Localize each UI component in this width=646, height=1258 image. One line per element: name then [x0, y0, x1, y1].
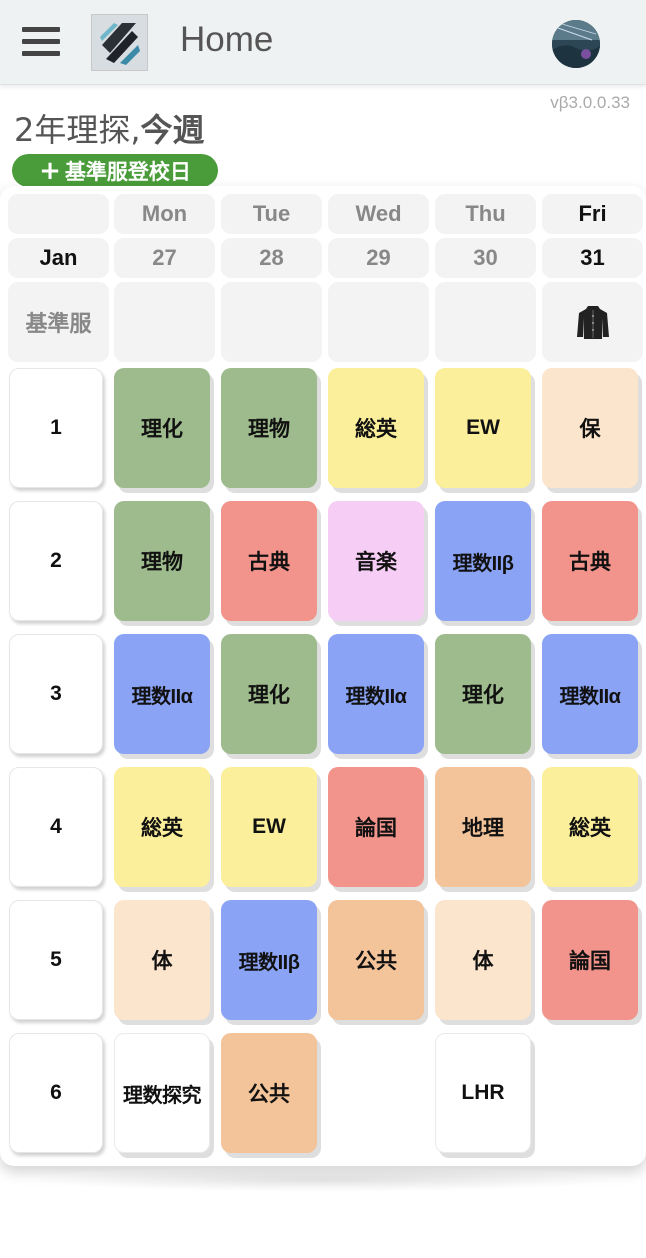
subject-cell[interactable]: 総英 — [542, 767, 638, 887]
subject-cell[interactable]: 理化 — [435, 634, 531, 754]
subject-cell[interactable]: 公共 — [221, 1033, 317, 1153]
period-number: 5 — [9, 900, 103, 1020]
subject-cell[interactable]: EW — [435, 368, 531, 488]
app-logo[interactable] — [91, 14, 148, 71]
subject-cell[interactable]: 論国 — [542, 900, 638, 1020]
uniform-cell[interactable] — [328, 282, 429, 362]
subject-cell[interactable]: 古典 — [542, 501, 638, 621]
date-cell: 31 — [542, 238, 643, 278]
subject-cell[interactable]: 理化 — [221, 634, 317, 754]
heading-separator: , — [130, 111, 141, 149]
subject-cell[interactable]: 公共 — [328, 900, 424, 1020]
day-header-thu: Thu — [435, 194, 536, 234]
date-cell: 30 — [435, 238, 536, 278]
subject-cell[interactable]: LHR — [435, 1033, 531, 1153]
month-label: Jan — [8, 238, 109, 278]
subject-cell[interactable]: 理化 — [114, 368, 210, 488]
subject-cell[interactable]: 理物 — [114, 501, 210, 621]
app-bar: Home — [0, 0, 646, 85]
period-number: 4 — [9, 767, 103, 887]
class-name: 2年理探 — [14, 111, 131, 149]
app-title: Home — [180, 20, 274, 59]
week-label: 今週 — [140, 111, 205, 149]
period-number: 2 — [9, 501, 103, 621]
subject-cell[interactable]: EW — [221, 767, 317, 887]
uniform-cell[interactable] — [221, 282, 322, 362]
day-header-mon: Mon — [114, 194, 215, 234]
subject-cell[interactable]: 保 — [542, 368, 638, 488]
subject-cell[interactable]: 総英 — [114, 767, 210, 887]
uniform-cell[interactable] — [542, 282, 643, 362]
subject-cell[interactable]: 理数IIα — [114, 634, 210, 754]
period-number: 3 — [9, 634, 103, 754]
date-cell: 29 — [328, 238, 429, 278]
day-header-tue: Tue — [221, 194, 322, 234]
uniform-cell[interactable] — [435, 282, 536, 362]
uniform-cell[interactable] — [114, 282, 215, 362]
add-uniform-day-button[interactable]: + 基準服登校日 — [12, 154, 218, 187]
period-number: 6 — [9, 1033, 103, 1153]
subject-cell[interactable]: 理数IIβ — [221, 900, 317, 1020]
subject-cell[interactable]: 論国 — [328, 767, 424, 887]
date-cell: 27 — [114, 238, 215, 278]
card-shadow — [30, 1168, 616, 1192]
subject-cell[interactable]: 理数探究 — [114, 1033, 210, 1153]
timetable-card: Mon Tue Wed Thu Fri Jan 27 28 29 30 31 基準服 1 理化 理物 総英 EW… — [0, 186, 646, 1166]
hamburger-icon[interactable] — [22, 27, 60, 59]
subject-cell[interactable]: 地理 — [435, 767, 531, 887]
subject-cell[interactable]: 古典 — [221, 501, 317, 621]
version-label: vβ3.0.0.33 — [550, 93, 630, 112]
subject-cell[interactable]: 理数IIα — [328, 634, 424, 754]
add-uniform-day-label: 基準服登校日 — [64, 159, 191, 184]
subject-cell[interactable]: 音楽 — [328, 501, 424, 621]
subject-cell[interactable]: 体 — [114, 900, 210, 1020]
plus-icon: + — [39, 155, 61, 186]
page-heading: 2年理探,今週 — [14, 105, 205, 151]
corner-cell — [8, 194, 109, 234]
user-avatar[interactable] — [552, 20, 600, 68]
school-uniform-icon — [576, 306, 609, 339]
subject-cell[interactable]: 総英 — [328, 368, 424, 488]
subject-cell[interactable]: 体 — [435, 900, 531, 1020]
day-header-fri: Fri — [542, 194, 643, 234]
period-number: 1 — [9, 368, 103, 488]
uniform-row-label: 基準服 — [8, 282, 109, 362]
subject-cell[interactable]: 理数IIα — [542, 634, 638, 754]
subject-cell[interactable]: 理物 — [221, 368, 317, 488]
day-header-wed: Wed — [328, 194, 429, 234]
subject-cell[interactable]: 理数IIβ — [435, 501, 531, 621]
date-cell: 28 — [221, 238, 322, 278]
